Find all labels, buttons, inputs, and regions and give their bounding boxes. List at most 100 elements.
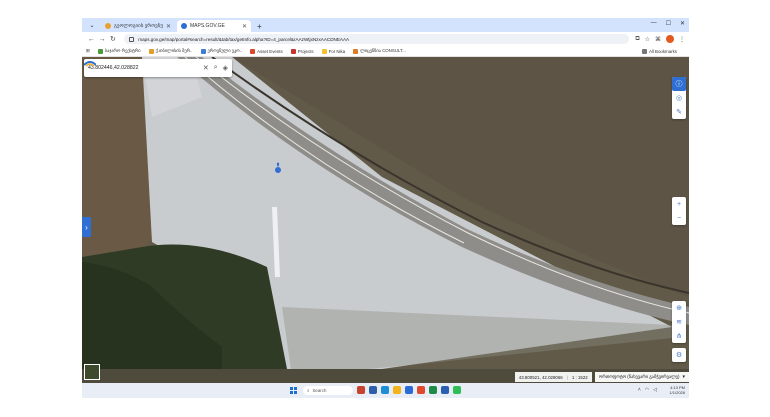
zoom-in-button[interactable]: +	[672, 197, 686, 211]
bookmark-item[interactable]: საჯარო რეესტრი	[97, 48, 141, 54]
bookmark-favicon-icon	[321, 48, 327, 54]
map-tools-bottom: ⊕ ≋ ⋔	[672, 301, 686, 343]
taskbar-search[interactable]: ⌕ Search	[303, 386, 353, 395]
close-icon[interactable]: ✕	[203, 64, 209, 72]
extensions-icon[interactable]: ⌘	[655, 36, 661, 43]
basemap-select[interactable]: ორთოფოტო (ნახევარი გამჭვირვალე) ▾	[594, 372, 689, 382]
expand-panel-button[interactable]: ›	[82, 217, 91, 237]
bookmark-favicon-icon	[200, 48, 206, 54]
bookmark-item[interactable]: ლიცენზია CONSULT...	[353, 48, 406, 54]
system-tray-icons: ˄ ◠ ◁	[638, 387, 657, 393]
app-icon[interactable]	[357, 386, 365, 394]
minimize-button[interactable]: —	[651, 20, 657, 27]
gear-icon[interactable]: ⚙	[672, 348, 686, 362]
tab-maps[interactable]: MAPS.GOV.GE ✕	[177, 20, 251, 32]
bookmark-star-icon[interactable]: ☆	[645, 36, 650, 43]
bookmark-item[interactable]: ქ.თბილისის მერ..	[148, 48, 193, 54]
share-icon[interactable]: ⋔	[672, 329, 686, 343]
bookmark-label: ლიცენზია CONSULT...	[360, 48, 406, 53]
scale-text: 1 : 1522	[571, 374, 588, 380]
layers-toggle-icon[interactable]: ≋	[672, 315, 686, 329]
bookmark-label: All Bookmarks	[648, 48, 677, 54]
tab-title: გეოლოგიის ეროვნული სააგ...	[114, 23, 163, 29]
profile-avatar[interactable]	[666, 35, 675, 43]
coordinates-text: 43.800521, 42.028066	[518, 374, 563, 380]
store-icon[interactable]	[405, 386, 413, 394]
bookmark-favicon-icon	[97, 48, 103, 54]
basemap-toggle[interactable]	[84, 364, 100, 380]
bookmark-label: ეროვნული ეკო..	[207, 48, 243, 53]
windows-taskbar: ⌕ Search ˄ ◠ ◁ 4:13 PM 1/1/2026	[82, 383, 689, 398]
install-app-icon[interactable]: ⧉	[635, 36, 639, 43]
tab-geology[interactable]: გეოლოგიის ეროვნული სააგ... ✕	[101, 20, 175, 32]
window-controls: — ☐ ✕	[651, 20, 685, 27]
identify-icon[interactable]: ◎	[672, 91, 686, 105]
bookmark-item[interactable]: Projects	[290, 48, 314, 54]
all-bookmarks-button[interactable]: All Bookmarks	[641, 48, 677, 54]
close-icon[interactable]: ✕	[166, 23, 171, 30]
address-text: maps.gov.ge/map/portal#search=result/&ta…	[138, 36, 350, 42]
bookmark-item[interactable]: ეროვნული ეკო..	[200, 48, 243, 54]
bookmark-favicon-icon	[353, 48, 359, 54]
bookmarks-bar: ⊞ საჯარო რეესტრი ქ.თბილისის მერ.. ეროვნუ…	[82, 46, 689, 57]
location-pin-icon	[275, 167, 281, 173]
address-bar[interactable]: maps.gov.ge/map/portal#search=result/&ta…	[124, 34, 630, 44]
measure-icon[interactable]: ✎	[672, 105, 686, 119]
map-search-box[interactable]: 43.802446,42.028822 ✕ ⌕ ◈	[84, 59, 232, 77]
tab-strip: ⌄ გეოლოგიის ეროვნული სააგ... ✕ MAPS.GOV.…	[82, 18, 689, 32]
word-icon[interactable]	[441, 386, 449, 394]
reload-button[interactable]: ↻	[108, 35, 119, 43]
new-tab-button[interactable]: +	[257, 22, 262, 31]
more-menu-icon[interactable]: ⋮	[679, 36, 685, 43]
bookmark-favicon-icon	[290, 48, 296, 54]
favicon-icon	[181, 23, 187, 29]
bookmark-label: ქ.თბილისის მერ..	[155, 48, 193, 53]
windows-start-icon[interactable]	[290, 387, 297, 394]
close-icon[interactable]: ✕	[242, 23, 247, 30]
tab-search-icon[interactable]: ⌄	[86, 19, 98, 31]
edge-icon[interactable]	[381, 386, 389, 394]
clock-date: 1/1/2026	[669, 390, 685, 395]
bookmark-item[interactable]: Asset Events	[250, 48, 283, 54]
bookmark-favicon-icon	[250, 48, 256, 54]
forward-button[interactable]: →	[97, 36, 108, 43]
chevron-down-icon: ▾	[682, 374, 685, 380]
search-input[interactable]: 43.802446,42.028822	[88, 65, 198, 71]
search-icon: ⌕	[307, 388, 310, 393]
file-explorer-icon[interactable]	[393, 386, 401, 394]
toolbar-icons: ⧉ ☆ ⌘ ⋮	[635, 35, 685, 43]
my-location-icon[interactable]: ⊕	[672, 301, 686, 315]
site-info-icon[interactable]	[129, 36, 135, 42]
zoom-out-button[interactable]: −	[672, 211, 686, 225]
info-icon[interactable]: ⓘ	[672, 77, 686, 91]
bookmark-label: Asset Events	[257, 48, 283, 54]
bookmark-item[interactable]: For Nika	[321, 48, 346, 54]
search-icon[interactable]: ⌕	[214, 64, 218, 72]
coordinate-readout: 43.800521, 42.028066 | 1 : 1522	[514, 372, 592, 382]
chevron-up-icon[interactable]: ˄	[638, 387, 641, 393]
chrome-icon[interactable]	[417, 386, 425, 394]
bookmark-favicon-icon	[148, 48, 154, 54]
ortho-imagery	[82, 57, 689, 383]
layers-icon[interactable]: ◈	[223, 64, 228, 72]
wifi-icon[interactable]: ◠	[645, 387, 649, 393]
map-status-bar: 43.800521, 42.028066 | 1 : 1522 ორთოფოტო…	[514, 371, 689, 383]
browser-window: ⌄ გეოლოგიის ეროვნული სააგ... ✕ MAPS.GOV.…	[82, 18, 689, 398]
taskbar-clock[interactable]: 4:13 PM 1/1/2026	[669, 385, 685, 395]
task-view-icon[interactable]	[369, 386, 377, 394]
whatsapp-icon[interactable]	[453, 386, 461, 394]
map-canvas[interactable]: 43.802446,42.028822 ✕ ⌕ ◈ › ⓘ ◎ ✎ + − ⊕ …	[82, 57, 689, 383]
folder-icon	[641, 48, 647, 54]
zoom-controls: + −	[672, 197, 686, 225]
bookmark-label: For Nika	[328, 48, 346, 54]
napr-logo-icon	[84, 61, 96, 67]
maximize-button[interactable]: ☐	[666, 20, 671, 27]
basemap-select-label: ორთოფოტო (ნახევარი გამჭვირვალე)	[598, 374, 680, 379]
settings-tool: ⚙	[672, 348, 686, 362]
excel-icon[interactable]	[429, 386, 437, 394]
back-button[interactable]: ←	[86, 36, 97, 43]
taskbar-search-placeholder: Search	[312, 388, 327, 393]
apps-grid-icon[interactable]: ⊞	[86, 48, 90, 54]
volume-icon[interactable]: ◁	[653, 387, 657, 393]
close-window-button[interactable]: ✕	[680, 20, 685, 27]
